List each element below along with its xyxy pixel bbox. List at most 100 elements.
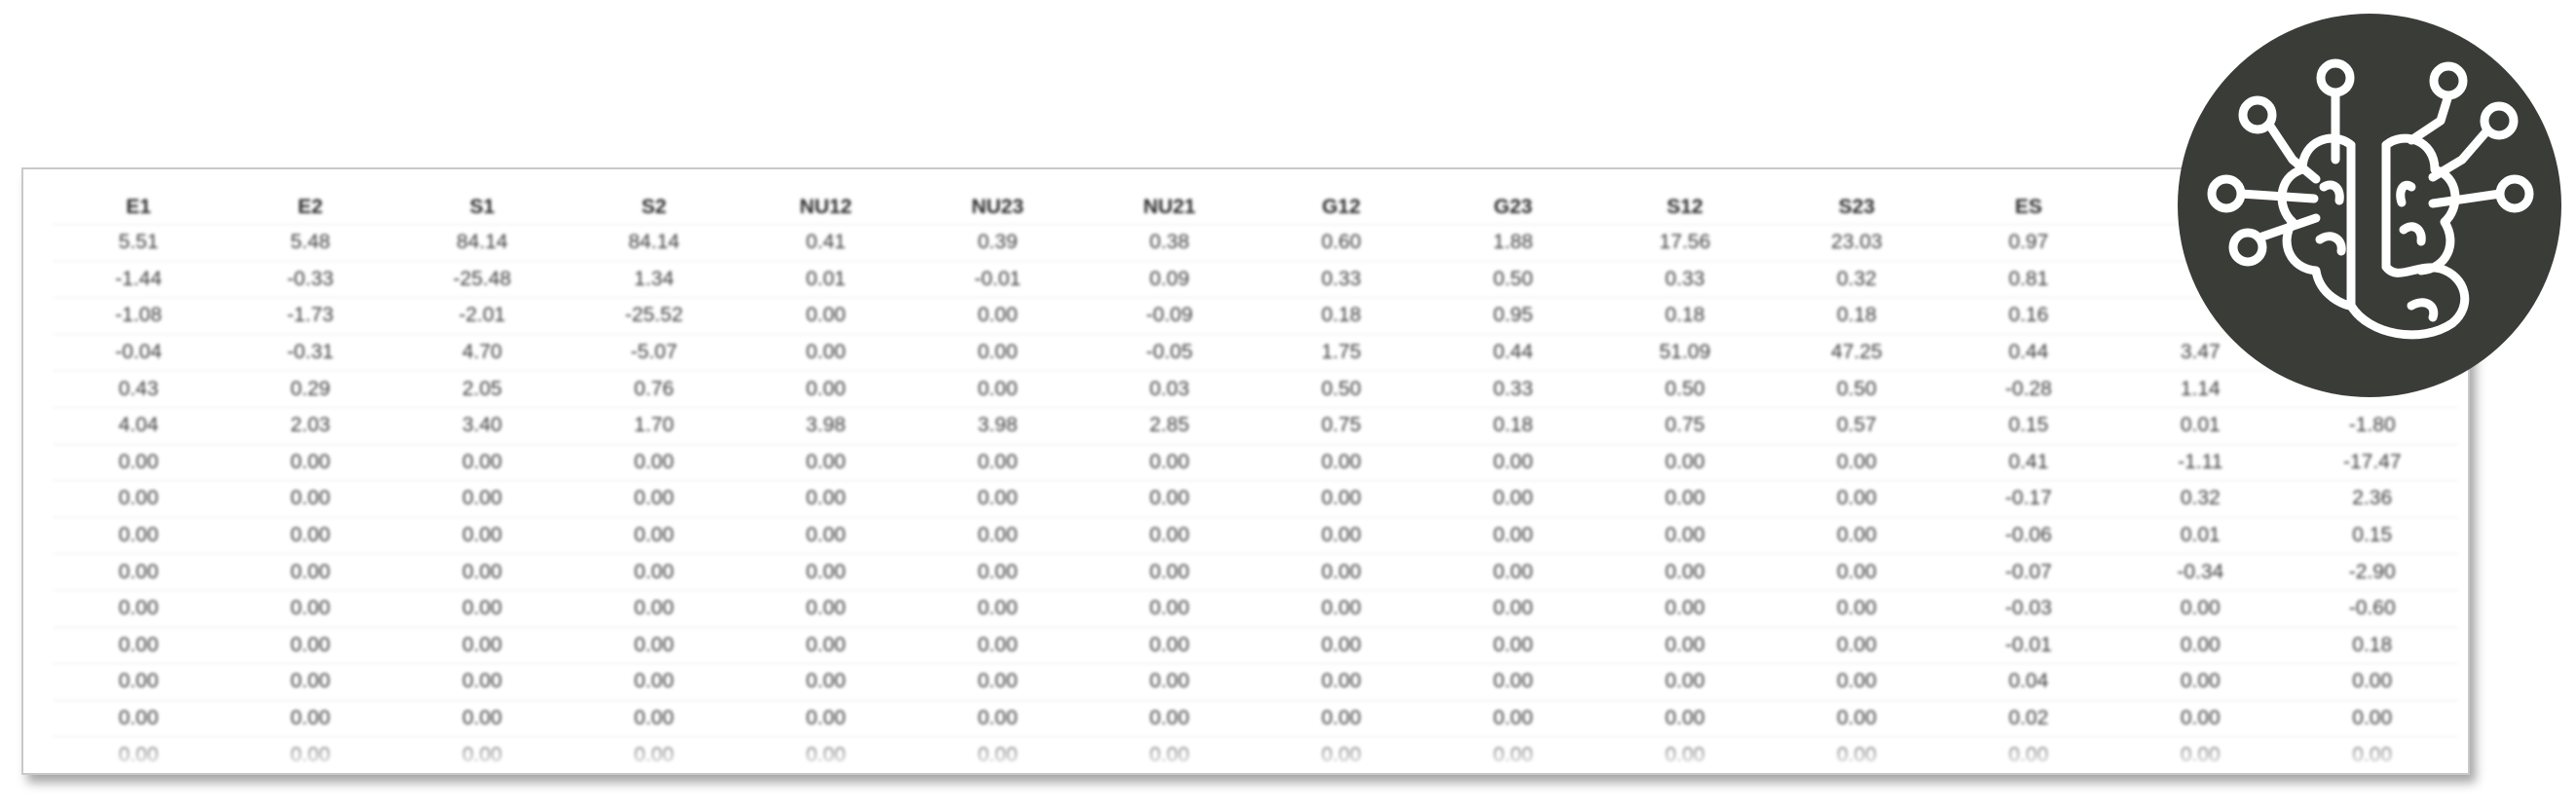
table-cell: -0.07 xyxy=(1942,553,2115,591)
column-header: G23 xyxy=(1427,191,1599,225)
table-cell: 0.15 xyxy=(2286,517,2458,555)
table-cell: 0.18 xyxy=(1427,407,1599,445)
brain-fold xyxy=(2399,222,2426,246)
table-cell: 0.41 xyxy=(739,224,913,262)
column-header: E2 xyxy=(224,191,396,225)
table-cell: 0.04 xyxy=(1942,663,2115,701)
table-cell: 0.00 xyxy=(1598,444,1772,482)
table-cell: 0.00 xyxy=(568,444,740,482)
table-cell: 0.00 xyxy=(1083,444,1255,482)
table-cell: 0.33 xyxy=(1254,261,1428,299)
table-cell: 0.00 xyxy=(1771,627,1943,665)
table-cell: -1.08 xyxy=(53,297,225,335)
table-cell: 0.00 xyxy=(53,517,225,555)
table-cell: 0.00 xyxy=(739,370,913,408)
table-cell: 0.15 xyxy=(1942,407,2115,445)
table-cell: 0.00 xyxy=(1598,480,1772,518)
table-cell: 0.00 xyxy=(53,590,225,628)
column-header: NU21 xyxy=(1083,191,1255,225)
table-cell: 0.00 xyxy=(2114,700,2287,738)
table-cell: -0.03 xyxy=(1942,590,2115,628)
table-cell: 0.50 xyxy=(1598,370,1772,408)
table-row: 0.000.000.000.000.000.000.000.000.000.00… xyxy=(53,553,2458,591)
table-cell: 1.70 xyxy=(568,407,740,445)
table-cell: 0.50 xyxy=(1771,370,1943,408)
table-cell: -5.07 xyxy=(568,334,740,372)
table-row: -0.04 -0.31 4.70 -5.07 0.00 0.00 -0.05 1.75 0.44… xyxy=(53,334,2458,372)
table-row: 4.04 2.03 3.40 1.70 3.98 3.98 2.85 0.75 0.18 0.75… xyxy=(53,407,2458,445)
table-cell: -2.01 xyxy=(395,297,569,335)
table-cell: 0.09 xyxy=(1083,261,1255,299)
table-cell: 2.85 xyxy=(1083,407,1255,445)
table-cell: -1.80 xyxy=(2286,407,2458,445)
table-row: 0.000.000.000.000.000.000.000.000.000.00… xyxy=(53,663,2458,701)
table-row: 0.000.000.000.000.000.000.000.000.000.00… xyxy=(53,627,2458,665)
table-cell: 0.00 xyxy=(568,517,740,555)
table-cell: 0.00 xyxy=(739,627,913,665)
table-cell: 0.00 xyxy=(1083,663,1255,701)
table-cell: 0.00 xyxy=(1427,627,1599,665)
table-cell: 2.36 xyxy=(2286,480,2458,518)
table-cell: 0.00 xyxy=(2114,663,2287,701)
table-cell: 0.00 xyxy=(1771,444,1943,482)
circuit-trace xyxy=(2428,189,2505,208)
table-cell: -0.34 xyxy=(2114,553,2287,591)
table-cell: 0.00 xyxy=(1427,590,1599,628)
table-cell: 84.14 xyxy=(568,224,740,262)
table-cell: 0.38 xyxy=(1083,224,1255,262)
table-cell: 0.18 xyxy=(1254,297,1428,335)
table-cell: 4.70 xyxy=(395,334,569,372)
table-cell: 0.00 xyxy=(568,553,740,591)
table-cell: 0.00 xyxy=(1771,663,1943,701)
table-cell: 0.00 xyxy=(1083,627,1255,665)
table-row: 0.000.000.000.000.000.000.000.000.000.00… xyxy=(53,480,2458,518)
table-cell: 1.75 xyxy=(1254,334,1428,372)
table-cell: 1.34 xyxy=(568,261,740,299)
table-cell: -0.09 xyxy=(1083,297,1255,335)
table-cell: 0.43 xyxy=(53,370,225,408)
table-cell: -1.73 xyxy=(224,297,396,335)
table-cell: 0.00 xyxy=(395,663,569,701)
table-cell: 0.32 xyxy=(2114,480,2287,518)
circuit-trace xyxy=(2236,189,2319,203)
table-cell: 0.33 xyxy=(1598,261,1772,299)
table-cell: -0.04 xyxy=(53,334,225,372)
table-cell: 0.44 xyxy=(1942,334,2115,372)
table-cell: 0.00 xyxy=(1598,700,1772,738)
table-cell: -0.05 xyxy=(1083,334,1255,372)
table-cell: 0.00 xyxy=(568,590,740,628)
table-cell: 0.00 xyxy=(224,444,396,482)
table-cell: 0.00 xyxy=(1427,663,1599,701)
column-header: ES xyxy=(1942,191,2115,225)
table-cell: 5.48 xyxy=(224,224,396,262)
table-cell: 0.00 xyxy=(739,297,913,335)
table-row: 0.000.000.000.000.000.000.000.000.000.00… xyxy=(53,444,2458,482)
table-cell: 0.00 xyxy=(1254,553,1428,591)
table-cell: 0.16 xyxy=(1942,297,2115,335)
table-cell: 0.75 xyxy=(1254,407,1428,445)
table-cell: 0.18 xyxy=(1771,297,1943,335)
table-cell: 0.00 xyxy=(395,517,569,555)
table-cell: 0.50 xyxy=(1254,370,1428,408)
table-cell: -0.17 xyxy=(1942,480,2115,518)
table-cell: 0.03 xyxy=(1083,370,1255,408)
table-cell: 0.95 xyxy=(1427,297,1599,335)
table-cell: 0.00 xyxy=(568,627,740,665)
table-cell: 0.00 xyxy=(1598,590,1772,628)
table-cell: 0.00 xyxy=(912,663,1084,701)
table-cell: 0.00 xyxy=(739,334,913,372)
table-cell: 0.00 xyxy=(1427,480,1599,518)
brain-fold xyxy=(2407,298,2439,322)
table-cell: 0.00 xyxy=(395,444,569,482)
table-cell: 0.18 xyxy=(2286,627,2458,665)
table-cell: 4.04 xyxy=(53,407,225,445)
table-cell: 2.05 xyxy=(395,370,569,408)
table-cell: 0.00 xyxy=(1771,700,1943,738)
table-cell: 0.00 xyxy=(1598,663,1772,701)
table-cell: 0.00 xyxy=(1083,480,1255,518)
table-cell: 0.00 xyxy=(1598,553,1772,591)
table-cell: 1.88 xyxy=(1427,224,1599,262)
table-cell: 0.01 xyxy=(2114,407,2287,445)
table-cell: 0.00 xyxy=(224,590,396,628)
table-row: -1.08 -1.73 -2.01 -25.52 0.00 0.00 -0.09 0.18 0.… xyxy=(53,297,2458,335)
